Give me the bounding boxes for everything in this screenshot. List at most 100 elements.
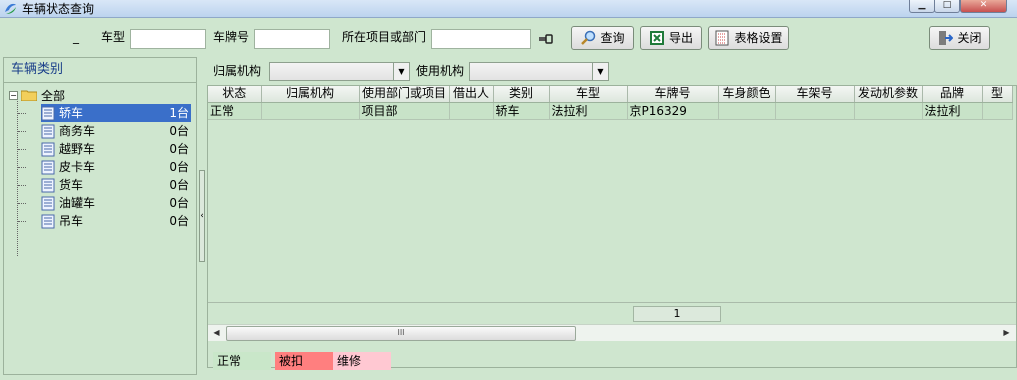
status-legend: 正常 被扣 维修 bbox=[207, 350, 607, 374]
chevron-left-icon: ‹ bbox=[200, 211, 204, 221]
column-header[interactable]: 型 bbox=[982, 86, 1013, 103]
table-cell: 法拉利 bbox=[922, 102, 983, 120]
column-header[interactable]: 车牌号 bbox=[627, 86, 719, 103]
export-label: 导出 bbox=[668, 31, 693, 45]
excel-icon bbox=[649, 31, 664, 45]
chevron-down-icon: ▼ bbox=[592, 63, 608, 80]
table-row[interactable]: 正常 项目部 轿车 法拉利 京P16329 法拉利 bbox=[208, 102, 1013, 120]
maximize-button[interactable]: □ bbox=[934, 0, 960, 13]
plate-number-label: 车牌号 bbox=[213, 30, 250, 44]
org-filter-bar: 归属机构 ▼ 使用机构 ▼ bbox=[207, 57, 1017, 84]
document-icon bbox=[41, 160, 55, 174]
tree-item-count: 1台 bbox=[165, 105, 191, 121]
vehicle-status-grid: 状态 归属机构 使用部门或项目 借出人 类别 车型 车牌号 车身颜色 车架号 发动机参数 品牌型 正… bbox=[207, 85, 1017, 368]
toolbar-underscore: _ bbox=[73, 30, 79, 44]
clear-key-icon bbox=[539, 33, 553, 44]
main-content: 归属机构 ▼ 使用机构 ▼ 状态 归属机构 使用部门或项目 借出人 类别 车型 车牌号 车身颜… bbox=[207, 57, 1017, 380]
tree-item[interactable]: 皮卡车 0台 bbox=[41, 158, 191, 176]
table-cell bbox=[775, 102, 855, 120]
table-cell: 法拉利 bbox=[549, 102, 628, 120]
tree-item[interactable]: 商务车 0台 bbox=[41, 122, 191, 140]
column-header[interactable]: 类别 bbox=[493, 86, 550, 103]
tree-item-count: 0台 bbox=[169, 214, 189, 228]
column-header[interactable]: 使用部门或项目 bbox=[359, 86, 450, 103]
chevron-down-icon: ▼ bbox=[393, 63, 409, 80]
scroll-right-button[interactable]: ▶ bbox=[998, 325, 1015, 342]
table-cell bbox=[854, 102, 923, 120]
legend-normal: 正常 bbox=[213, 352, 271, 370]
tree-root-label: 全部 bbox=[41, 88, 66, 103]
column-header[interactable]: 归属机构 bbox=[261, 86, 360, 103]
column-header[interactable]: 品牌 bbox=[922, 86, 983, 103]
column-header[interactable]: 借出人 bbox=[449, 86, 494, 103]
grid-settings-icon bbox=[715, 30, 729, 46]
document-icon bbox=[41, 124, 55, 138]
table-cell: 正常 bbox=[208, 102, 262, 120]
column-header[interactable]: 车型 bbox=[549, 86, 628, 103]
vehicle-table: 状态 归属机构 使用部门或项目 借出人 类别 车型 车牌号 车身颜色 车架号 发动机参数 品牌型 正… bbox=[208, 86, 1013, 120]
legend-detained: 被扣 bbox=[275, 352, 333, 370]
tree-item-label: 油罐车 bbox=[59, 196, 96, 210]
category-panel-title: 车辆类别 bbox=[4, 58, 196, 83]
table-cell bbox=[718, 102, 776, 120]
collapse-panel-handle[interactable]: ‹ bbox=[199, 170, 205, 262]
tree-root-all[interactable]: − 全部 bbox=[9, 87, 65, 103]
car-model-input[interactable] bbox=[130, 29, 206, 49]
row-count: 1 bbox=[633, 306, 721, 322]
grid-settings-button[interactable]: 表格设置 bbox=[708, 26, 789, 50]
tree-item[interactable]: 油罐车 0台 bbox=[41, 194, 191, 212]
tree-item-label: 皮卡车 bbox=[59, 160, 96, 174]
tree-item-label: 轿车 bbox=[58, 105, 165, 121]
user-org-select[interactable]: ▼ bbox=[469, 62, 609, 81]
panel-splitter[interactable]: ‹ bbox=[197, 57, 207, 375]
document-icon bbox=[41, 106, 55, 120]
legend-repair: 维修 bbox=[333, 352, 391, 370]
minimize-button[interactable]: ▁ bbox=[909, 0, 935, 13]
tree-item-label: 货车 bbox=[59, 178, 84, 192]
query-label: 查询 bbox=[600, 31, 625, 45]
scroll-left-button[interactable]: ◀ bbox=[208, 325, 225, 342]
document-icon bbox=[41, 142, 55, 156]
column-header[interactable]: 车架号 bbox=[775, 86, 855, 103]
query-button[interactable]: 查询 bbox=[571, 26, 634, 50]
search-toolbar: _ 车型 车牌号 所在项目或部门 查询 导出 表格设置 关闭 bbox=[0, 18, 1017, 56]
tree-item[interactable]: 吊车 0台 bbox=[41, 212, 191, 230]
collapse-icon[interactable]: − bbox=[9, 90, 18, 100]
plate-number-input[interactable] bbox=[254, 29, 330, 49]
owner-org-select[interactable]: ▼ bbox=[269, 62, 410, 81]
magnifier-icon bbox=[581, 30, 596, 45]
scroll-left-icon: ◀ bbox=[213, 328, 220, 337]
clear-key-button[interactable] bbox=[533, 28, 559, 49]
minimize-icon: ▁ bbox=[918, 0, 926, 10]
close-button[interactable]: 关闭 bbox=[929, 26, 990, 50]
document-icon bbox=[41, 214, 55, 228]
tree-item[interactable]: 轿车 1台 bbox=[41, 104, 191, 122]
window-titlebar: 车辆状态查询 ▁ □ ✕ bbox=[0, 0, 1017, 18]
column-header[interactable]: 车身颜色 bbox=[718, 86, 776, 103]
vehicle-category-panel: 车辆类别 − 全部 轿车 1台 商务车 0台 越野车 0台 皮卡车 0台 货车 0台 油罐车 0台 吊车… bbox=[3, 57, 197, 375]
grid-footer: 1 bbox=[208, 302, 1016, 324]
tree-item-count: 0台 bbox=[169, 142, 189, 156]
tree-item-count: 0台 bbox=[169, 160, 189, 174]
column-header[interactable]: 状态 bbox=[208, 86, 262, 103]
app-logo-icon bbox=[5, 3, 16, 14]
horizontal-scrollbar[interactable]: ◀ III ▶ bbox=[208, 324, 1016, 341]
scroll-thumb[interactable]: III bbox=[226, 326, 576, 341]
tree-item-count: 0台 bbox=[169, 178, 189, 192]
scroll-right-icon: ▶ bbox=[1003, 328, 1010, 337]
project-dept-input[interactable] bbox=[431, 29, 531, 49]
tree-item[interactable]: 货车 0台 bbox=[41, 176, 191, 194]
table-cell bbox=[449, 102, 494, 120]
tree-item-count: 0台 bbox=[169, 124, 189, 138]
document-icon bbox=[41, 178, 55, 192]
table-cell bbox=[261, 102, 360, 120]
window-close-button[interactable]: ✕ bbox=[960, 0, 1007, 13]
table-cell: 京P16329 bbox=[627, 102, 719, 120]
tree-item-count: 0台 bbox=[169, 196, 189, 210]
column-header[interactable]: 发动机参数 bbox=[854, 86, 923, 103]
export-button[interactable]: 导出 bbox=[640, 26, 702, 50]
close-label: 关闭 bbox=[957, 31, 982, 45]
tree-item[interactable]: 越野车 0台 bbox=[41, 140, 191, 158]
document-icon bbox=[41, 196, 55, 210]
window-title: 车辆状态查询 bbox=[22, 2, 95, 16]
